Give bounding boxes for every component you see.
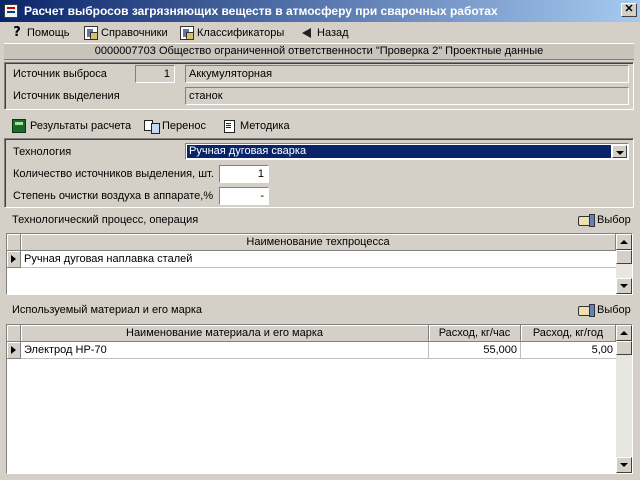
per-year-cell[interactable]: 5,00 <box>521 342 616 359</box>
back-arrow-icon <box>300 26 314 40</box>
help-icon: ? <box>13 25 21 40</box>
materials-select-button[interactable]: Выбор <box>578 302 631 318</box>
cleaning-degree-label: Степень очистки воздуха в аппарате,% <box>13 190 214 202</box>
per-hour-cell[interactable]: 55,000 <box>429 342 521 359</box>
calculator-icon <box>12 119 26 133</box>
technology-selected-value: Ручная дуговая сварка <box>187 145 611 158</box>
menu-classifiers-label: Классификаторы <box>197 27 285 39</box>
materials-scrollbar[interactable] <box>616 325 632 473</box>
materials-section-title: Используемый материал и его марка <box>12 304 203 316</box>
calculation-results-button[interactable]: Результаты расчета <box>12 118 131 134</box>
transfer-label: Перенос <box>162 120 206 132</box>
app-icon <box>4 4 18 18</box>
cleaning-degree-input[interactable]: - <box>219 187 269 205</box>
close-button[interactable]: ✕ <box>621 3 637 17</box>
transfer-icon <box>144 119 160 134</box>
column-header-per-year[interactable]: Расход, кг/год <box>521 325 616 342</box>
column-header-material[interactable]: Наименование материала и его марка <box>21 325 429 342</box>
process-scrollbar[interactable] <box>616 234 632 294</box>
scroll-down-icon[interactable] <box>616 457 632 473</box>
row-pointer-icon[interactable] <box>7 342 21 359</box>
scroll-thumb[interactable] <box>616 250 632 264</box>
menu-help-label: Помощь <box>27 27 70 39</box>
classifiers-icon <box>180 26 194 40</box>
menu-help[interactable]: ? Помощь <box>10 25 70 41</box>
parameters-panel: Технология Ручная дуговая сварка Количес… <box>4 138 634 208</box>
release-source-name[interactable]: станок <box>185 87 629 105</box>
menu-references[interactable]: Справочники <box>84 25 168 41</box>
chevron-down-icon[interactable] <box>612 145 627 158</box>
materials-select-label: Выбор <box>597 304 631 316</box>
process-section-title: Технологический процесс, операция <box>12 214 199 226</box>
title-bar: Расчет выбросов загрязняющих веществ в а… <box>0 0 640 22</box>
methodology-icon <box>222 119 236 133</box>
pick-hand-icon <box>578 303 595 317</box>
emission-source-label: Источник выброса <box>13 68 107 80</box>
source-count-label: Количество источников выделения, шт. <box>13 168 214 180</box>
grid-corner <box>7 234 21 251</box>
table-row[interactable]: Ручная дуговая наплавка сталей <box>21 251 616 268</box>
column-header-process[interactable]: Наименование техпроцесса <box>21 234 616 251</box>
menu-bar: ? Помощь Справочники Классификаторы Наза… <box>0 23 640 43</box>
materials-grid: Наименование материала и его марка Расхо… <box>6 324 633 474</box>
scroll-down-icon[interactable] <box>616 278 632 294</box>
process-select-button[interactable]: Выбор <box>578 212 631 228</box>
technology-select[interactable]: Ручная дуговая сварка <box>185 143 629 160</box>
scroll-up-icon[interactable] <box>616 325 632 341</box>
menu-back-label: Назад <box>317 27 349 39</box>
menu-references-label: Справочники <box>101 27 168 39</box>
emission-source-name[interactable]: Аккумуляторная <box>185 65 629 83</box>
pick-hand-icon <box>578 213 595 227</box>
window-title: Расчет выбросов загрязняющих веществ в а… <box>24 4 498 18</box>
column-header-per-hour[interactable]: Расход, кг/час <box>429 325 521 342</box>
references-icon <box>84 26 98 40</box>
methodology-button[interactable]: Методика <box>222 118 290 134</box>
release-source-label: Источник выделения <box>13 90 120 102</box>
scroll-thumb[interactable] <box>616 341 632 355</box>
process-select-label: Выбор <box>597 214 631 226</box>
emission-source-number[interactable]: 1 <box>135 65 175 83</box>
menu-back[interactable]: Назад <box>300 25 349 41</box>
calculation-results-label: Результаты расчета <box>30 120 132 132</box>
grid-corner <box>7 325 21 342</box>
process-grid: Наименование техпроцесса Ручная дуговая … <box>6 233 633 295</box>
transfer-button[interactable]: Перенос <box>144 118 206 134</box>
menu-classifiers[interactable]: Классификаторы <box>180 25 284 41</box>
technology-label: Технология <box>13 146 72 158</box>
organization-info-line: 0000007703 Общество ограниченной ответст… <box>4 43 634 60</box>
source-count-input[interactable]: 1 <box>219 165 269 183</box>
methodology-label: Методика <box>240 120 290 132</box>
source-panel: Источник выброса 1 Аккумуляторная Источн… <box>4 62 634 110</box>
row-pointer-icon[interactable] <box>7 251 21 268</box>
material-name-cell[interactable]: Электрод НР-70 <box>21 342 429 359</box>
scroll-up-icon[interactable] <box>616 234 632 250</box>
